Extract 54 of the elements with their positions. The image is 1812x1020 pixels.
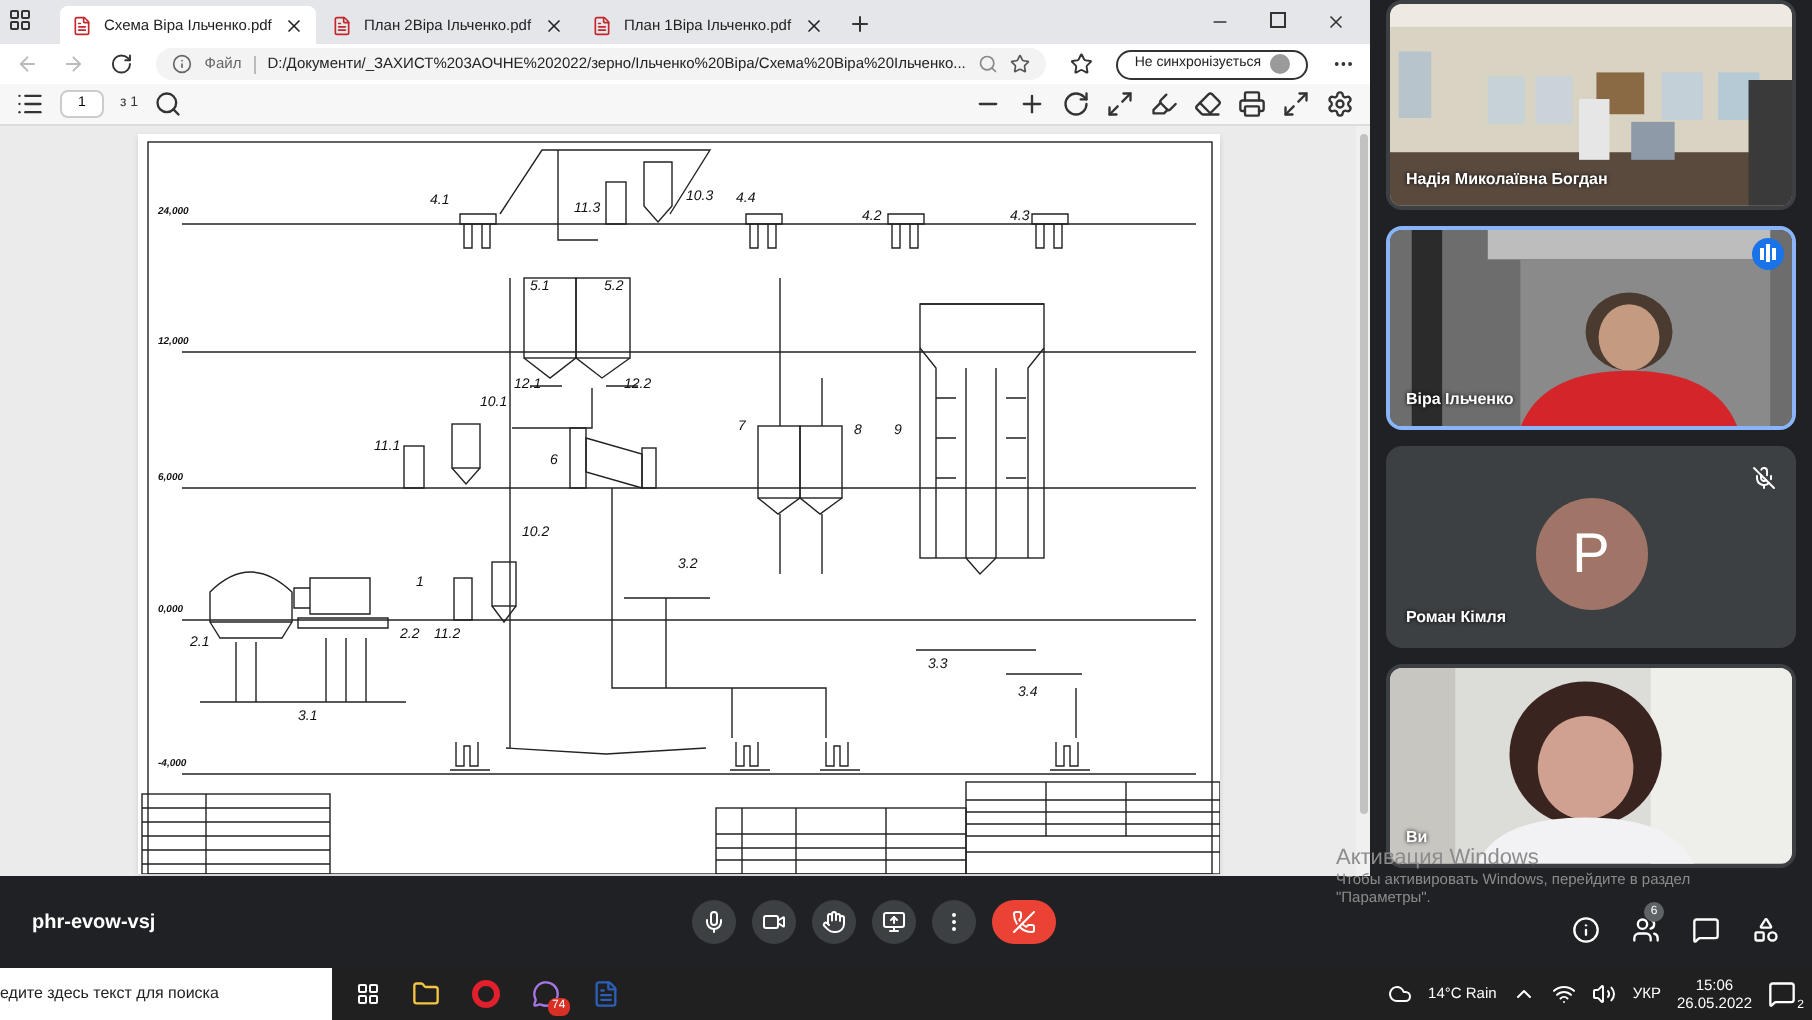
highlight-icon[interactable] (1150, 90, 1178, 118)
maximize-icon[interactable] (1270, 12, 1286, 28)
activities-icon[interactable] (1752, 916, 1780, 944)
pdf-icon (592, 15, 612, 35)
reload-icon[interactable] (109, 52, 133, 76)
close-icon[interactable] (804, 15, 824, 35)
zoom-icon[interactable] (977, 54, 998, 74)
zoom-in-icon[interactable] (1018, 90, 1046, 118)
leave-call-button[interactable] (992, 900, 1056, 944)
people-icon[interactable] (1632, 916, 1660, 944)
info-icon (172, 54, 193, 74)
more-options-button[interactable] (932, 900, 976, 944)
settings-icon[interactable] (1326, 90, 1354, 118)
rotate-icon[interactable] (1062, 90, 1090, 118)
microphone-button[interactable] (692, 900, 736, 944)
camera-icon (762, 910, 786, 934)
present-icon (882, 910, 906, 934)
microphone-icon (702, 910, 726, 934)
close-icon[interactable] (284, 15, 304, 35)
print-icon[interactable] (1238, 90, 1266, 118)
participant-name: Роман Кімля (1406, 606, 1507, 631)
contents-icon[interactable] (16, 90, 44, 118)
present-button[interactable] (872, 900, 916, 944)
chat-icon[interactable] (1692, 916, 1720, 944)
pdf-icon (332, 15, 352, 35)
weather-icon (1388, 982, 1413, 1006)
close-window-icon[interactable] (1326, 12, 1346, 32)
hang-up-icon (1012, 910, 1036, 934)
browser-app-icon[interactable] (472, 980, 500, 1008)
camera-button[interactable] (752, 900, 796, 944)
favorites-icon[interactable] (1069, 52, 1093, 76)
raise-hand-button[interactable] (812, 900, 856, 944)
document-app-icon[interactable] (592, 980, 620, 1008)
participant-name: Ви (1406, 826, 1428, 848)
hand-icon (822, 910, 846, 934)
eraser-icon[interactable] (1194, 90, 1222, 118)
participant-name: Віра Ільченко (1406, 388, 1514, 413)
volume-icon[interactable] (1592, 982, 1617, 1006)
tab-actions-icon[interactable] (8, 8, 32, 32)
new-tab-icon[interactable] (848, 12, 872, 36)
search-icon[interactable] (154, 90, 183, 118)
participant-name: Надія Миколаївна Богдан (1406, 167, 1608, 192)
info-icon[interactable] (1572, 916, 1600, 944)
folder-icon[interactable] (412, 980, 440, 1008)
fit-icon[interactable] (1106, 90, 1134, 118)
fullscreen-icon[interactable] (1282, 90, 1310, 118)
meeting-code: phr-evow-vsj (32, 909, 158, 937)
avatar: Р (1535, 498, 1647, 611)
close-icon[interactable] (544, 15, 564, 35)
search-field[interactable]: едите здесь текст для поиска (0, 968, 332, 1020)
favorite-icon[interactable] (1009, 54, 1030, 74)
task-view-icon[interactable] (356, 982, 380, 1006)
pdf-icon (72, 15, 92, 35)
notifications-icon[interactable] (1768, 980, 1796, 1008)
